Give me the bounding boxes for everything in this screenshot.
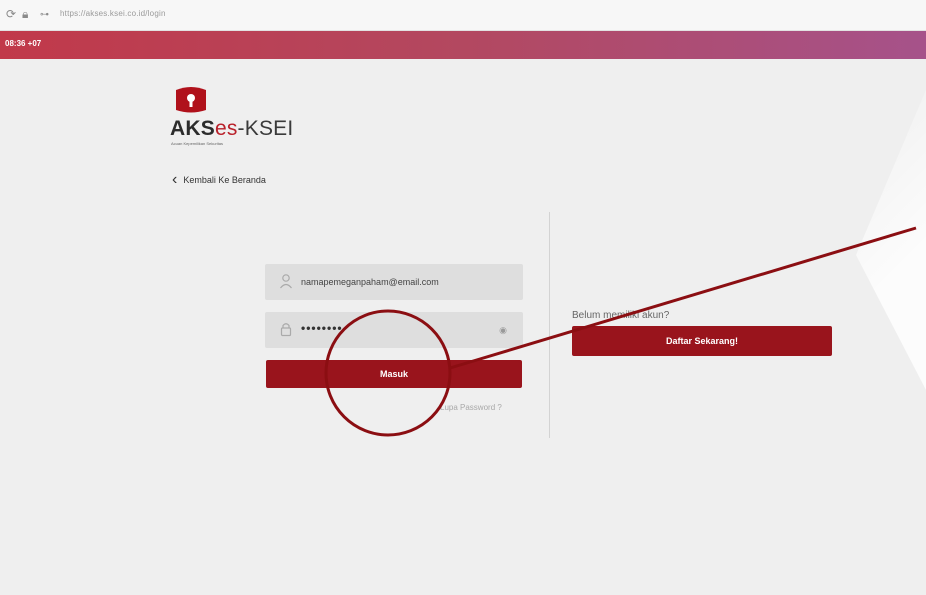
- vertical-divider: [549, 212, 550, 438]
- show-password-eye-icon[interactable]: ◉: [499, 325, 507, 336]
- user-icon: [280, 274, 292, 289]
- chevron-left-icon: ‹: [172, 171, 178, 188]
- top-bar: 08:36 +07: [0, 31, 926, 59]
- password-value: ••••••••: [301, 321, 343, 335]
- browser-address-bar: ⟳ 🔒︎ ⊶ https://akses.ksei.co.id/login: [0, 0, 926, 31]
- back-label: Kembali Ke Beranda: [183, 175, 266, 185]
- logo-text: AKSes-KSEI: [170, 117, 294, 140]
- register-prompt: Belum memiliki akun?: [572, 310, 670, 321]
- password-field[interactable]: •••••••• ◉: [265, 312, 523, 348]
- url-text[interactable]: https://akses.ksei.co.id/login: [60, 9, 166, 18]
- email-value: namapemeganpaham@email.com: [301, 277, 439, 287]
- lock-icon: [280, 323, 292, 337]
- clock-text: 08:36 +07: [5, 39, 42, 48]
- reload-icon[interactable]: ⟳: [6, 7, 16, 21]
- logo-subtitle: Acuan Kepemilikan Sekuritas: [171, 141, 224, 146]
- back-to-home-link[interactable]: ‹ Kembali Ke Beranda: [172, 171, 266, 188]
- email-field[interactable]: namapemeganpaham@email.com: [265, 264, 523, 300]
- logo-lock-icon: [176, 87, 206, 113]
- login-button[interactable]: Masuk: [266, 360, 522, 388]
- register-button[interactable]: Daftar Sekarang!: [572, 326, 832, 356]
- forgot-password-link[interactable]: Lupa Password ?: [440, 403, 502, 412]
- site-settings-icon[interactable]: ⊶: [40, 9, 49, 20]
- lock-icon: 🔒︎: [22, 7, 29, 21]
- background-shape: [856, 90, 926, 390]
